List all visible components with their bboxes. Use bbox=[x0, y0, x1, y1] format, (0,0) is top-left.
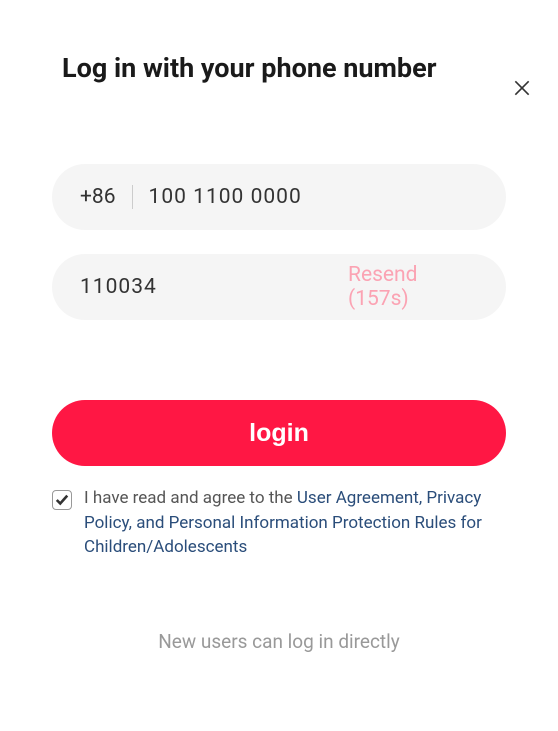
consent-checkbox[interactable] bbox=[52, 490, 72, 510]
phone-input[interactable] bbox=[149, 185, 478, 209]
footer-text: New users can log in directly bbox=[0, 630, 558, 653]
checkmark-icon bbox=[55, 493, 69, 507]
consent-prefix: I have read and agree to the bbox=[84, 488, 297, 508]
resend-button[interactable]: Resend (157s) bbox=[348, 263, 478, 311]
input-group: +86 Resend (157s) bbox=[52, 164, 506, 320]
login-button[interactable]: login bbox=[52, 400, 506, 466]
close-button[interactable] bbox=[510, 76, 534, 100]
consent-row: I have read and agree to the User Agreem… bbox=[52, 486, 506, 560]
verification-field[interactable]: Resend (157s) bbox=[52, 254, 506, 320]
consent-text: I have read and agree to the User Agreem… bbox=[84, 486, 506, 560]
page-title: Log in with your phone number bbox=[62, 52, 558, 84]
close-icon bbox=[512, 78, 532, 98]
phone-field[interactable]: +86 bbox=[52, 164, 506, 230]
country-code[interactable]: +86 bbox=[80, 185, 133, 209]
verification-code-input[interactable] bbox=[80, 275, 348, 299]
